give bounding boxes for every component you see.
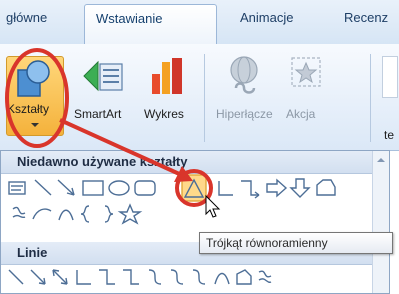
tooltip-text: Trójkąt równoramienny: [206, 236, 328, 250]
shape-tooltip: Trójkąt równoramienny: [199, 232, 393, 254]
shapes-button-highlight-circle: [5, 48, 69, 148]
mouse-pointer-icon: [205, 194, 221, 218]
annotation-arrow-line: [59, 118, 187, 179]
